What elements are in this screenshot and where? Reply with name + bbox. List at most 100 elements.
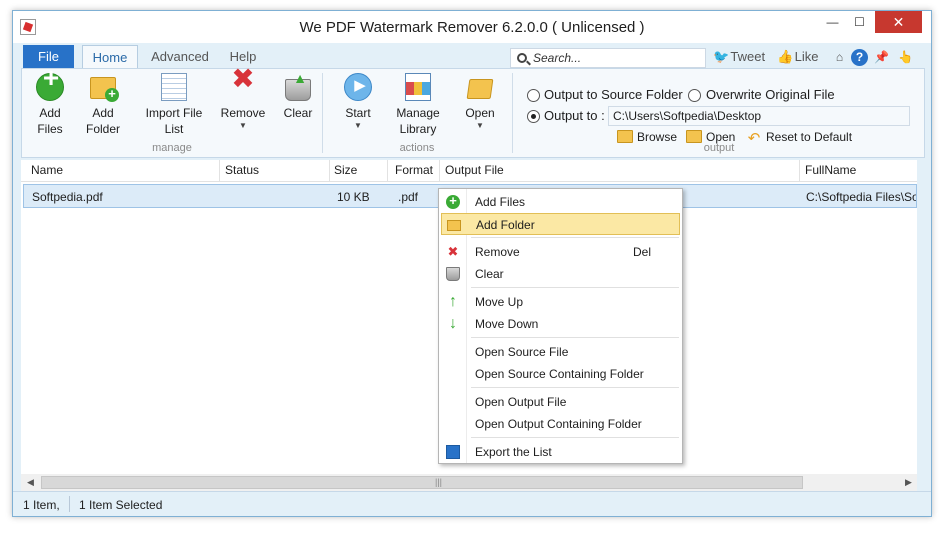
status-item-count: 1 Item,	[23, 498, 60, 512]
scroll-left-icon[interactable]: ◀	[27, 477, 34, 488]
hand-icon[interactable]: 👆	[897, 49, 914, 66]
group-separator	[322, 73, 323, 153]
menu-item-clear[interactable]: Clear	[441, 263, 680, 285]
menu-label: Export the List	[475, 445, 552, 459]
like-button[interactable]: 👍 Like	[777, 45, 818, 69]
status-selected-count: 1 Item Selected	[79, 498, 163, 512]
tab-home[interactable]: Home	[82, 45, 138, 69]
menu-label: Open Source File	[475, 345, 569, 359]
open-label: Open	[465, 106, 495, 120]
add-files-label-2: Files	[37, 122, 63, 136]
tab-advanced[interactable]: Advanced	[143, 45, 217, 69]
search-box[interactable]	[510, 48, 706, 68]
tweet-button[interactable]: 🐦 Tweet	[713, 45, 765, 69]
add-folder-icon	[90, 77, 119, 102]
menu-label: Open Source Containing Folder	[475, 367, 644, 381]
remove-label: Remove	[220, 106, 266, 120]
minimize-button[interactable]: —	[819, 11, 846, 33]
menu-label: Move Down	[475, 317, 539, 331]
menu-separator	[471, 287, 679, 288]
import-list-icon	[161, 73, 187, 101]
maximize-button[interactable]: ☐	[846, 11, 873, 33]
column-name[interactable]: Name	[31, 163, 63, 177]
open-folder-icon	[466, 79, 494, 99]
column-separator[interactable]	[799, 160, 800, 182]
open-dropdown-icon: ▼	[476, 121, 484, 130]
column-separator[interactable]	[439, 160, 440, 182]
start-icon	[344, 73, 373, 101]
menu-item-open-source-file[interactable]: Open Source File	[441, 341, 680, 363]
output-to-radio[interactable]	[527, 110, 540, 123]
menu-item-remove[interactable]: ✖ Remove Del	[441, 241, 680, 263]
output-to-source-radio[interactable]	[527, 89, 540, 102]
close-button[interactable]: ✕	[875, 11, 922, 33]
output-to-label[interactable]: Output to :	[544, 108, 605, 123]
start-label: Start	[345, 106, 371, 120]
add-folder-button[interactable]: Add Folder	[82, 73, 124, 137]
open-button[interactable]: Open ▼	[460, 73, 500, 131]
clear-icon	[446, 267, 460, 281]
manage-library-label-1: Manage	[396, 106, 440, 120]
overwrite-original-radio[interactable]	[688, 89, 701, 102]
add-files-icon	[446, 190, 460, 212]
remove-icon: ✖	[447, 244, 459, 259]
search-input[interactable]	[533, 50, 703, 66]
add-folder-label-2: Folder	[85, 122, 120, 136]
output-to-source-label[interactable]: Output to Source Folder	[544, 87, 683, 102]
manage-library-button[interactable]: Manage Library	[390, 73, 446, 137]
output-path-field[interactable]	[608, 106, 910, 126]
menu-item-add-files[interactable]: Add Files	[441, 190, 680, 213]
pin-icon[interactable]: 📌	[873, 49, 890, 66]
clear-icon	[285, 70, 314, 101]
menu-label: Add Folder	[476, 218, 535, 232]
menu-item-open-output-file[interactable]: Open Output File	[441, 391, 680, 413]
horizontal-scrollbar[interactable]: ◀ ||| ▶	[21, 474, 917, 492]
column-separator[interactable]	[329, 160, 330, 182]
add-files-icon	[36, 70, 65, 101]
cell-size: 10 KB	[337, 190, 370, 204]
remove-dropdown-icon: ▼	[239, 121, 247, 130]
up-icon[interactable]: ⌂	[831, 49, 848, 66]
cell-format: .pdf	[398, 190, 419, 204]
menu-item-move-down[interactable]: ↓ Move Down	[441, 313, 680, 335]
add-folder-label-1: Add	[92, 106, 114, 120]
help-icon[interactable]: ?	[851, 49, 868, 66]
menu-item-export-list[interactable]: Export the List	[441, 441, 680, 463]
column-separator[interactable]	[219, 160, 220, 182]
column-size[interactable]: Size	[334, 163, 357, 177]
group-label-manage: manage	[152, 142, 192, 154]
column-format[interactable]: Format	[395, 163, 433, 177]
menu-item-add-folder[interactable]: Add Folder	[441, 213, 680, 235]
column-fullname[interactable]: FullName	[805, 163, 856, 177]
status-separator	[69, 496, 70, 512]
menu-item-move-up[interactable]: ↑ Move Up	[441, 291, 680, 313]
menu-label: Open Output File	[475, 395, 567, 409]
like-label: Like	[794, 49, 819, 64]
ribbon-tab-bar: File Home Advanced Help 🐦 Tweet 👍 Like ⌂…	[13, 45, 931, 69]
menu-label: Remove	[475, 245, 520, 259]
column-separator[interactable]	[387, 160, 388, 182]
column-output-file[interactable]: Output File	[445, 163, 504, 177]
menu-label: Add Files	[475, 195, 526, 209]
menu-item-open-source-folder[interactable]: Open Source Containing Folder	[441, 363, 680, 385]
remove-button[interactable]: Remove ▼	[218, 71, 268, 131]
menu-item-open-output-folder[interactable]: Open Output Containing Folder	[441, 413, 680, 435]
column-status[interactable]: Status	[225, 163, 259, 177]
clear-label: Clear	[283, 106, 313, 120]
overwrite-original-label[interactable]: Overwrite Original File	[706, 87, 835, 102]
import-file-list-button[interactable]: Import File List	[138, 73, 210, 137]
clear-button[interactable]: Clear	[278, 70, 318, 121]
context-menu: Add Files Add Folder ✖ Remove Del Clear …	[438, 188, 683, 464]
menu-separator	[471, 387, 679, 388]
menu-label: Move Up	[475, 295, 524, 309]
add-files-button[interactable]: Add Files	[36, 70, 65, 137]
menu-separator	[471, 337, 679, 338]
window-title: We PDF Watermark Remover 6.2.0.0 ( Unlic…	[299, 19, 645, 36]
save-icon	[446, 445, 460, 459]
scroll-thumb[interactable]: |||	[41, 476, 803, 489]
group-separator	[512, 73, 513, 153]
scroll-right-icon[interactable]: ▶	[905, 477, 912, 488]
cell-name: Softpedia.pdf	[32, 190, 103, 204]
group-label-output: output	[703, 142, 735, 154]
start-button[interactable]: Start ▼	[338, 73, 378, 131]
